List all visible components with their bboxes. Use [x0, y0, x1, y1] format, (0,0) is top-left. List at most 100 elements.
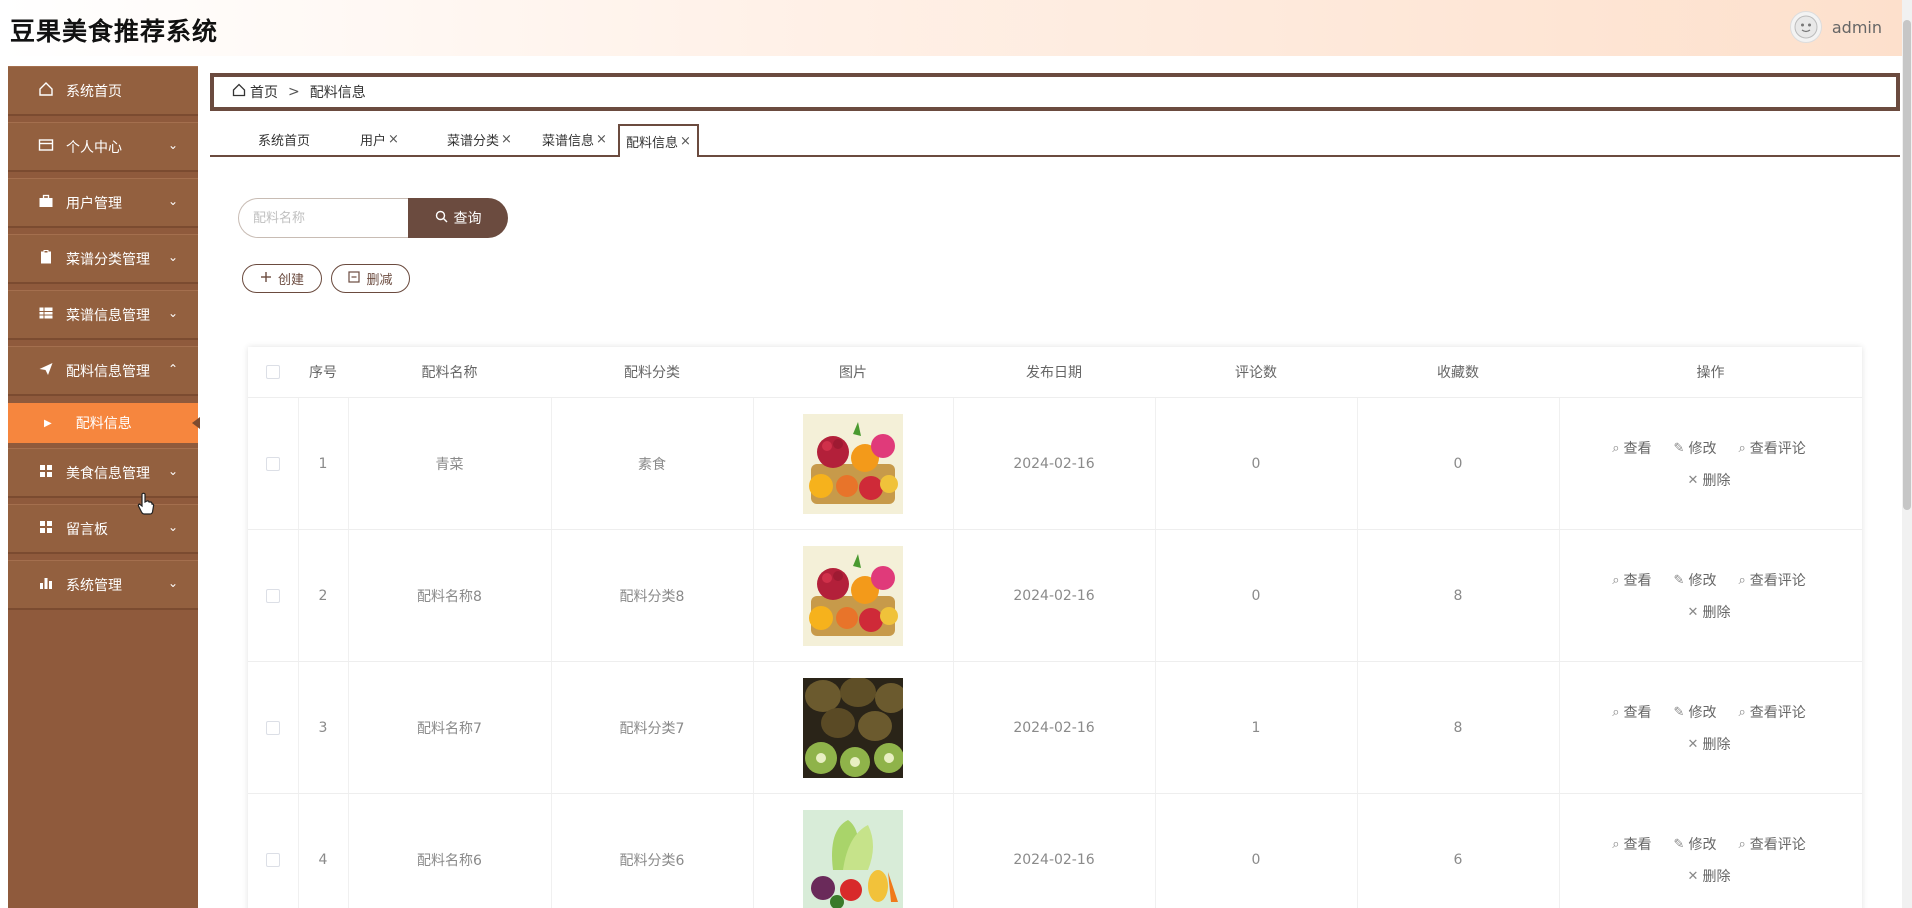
sidebar-item-label: 菜谱信息管理 [66, 307, 150, 324]
breadcrumb-home[interactable]: 首页 [250, 82, 278, 102]
search-input[interactable] [238, 198, 410, 238]
sidebar-subitem-ingredient-info[interactable]: ▶ 配料信息 [8, 403, 200, 443]
edit-button[interactable]: ✎ 修改 [1674, 438, 1717, 458]
view-button[interactable]: ⌕ 查看 [1612, 570, 1651, 590]
table-header: 序号 配料名称 配料分类 图片 发布日期 评论数 收藏数 操作 [248, 347, 1862, 397]
tab-ingredient-info[interactable]: 配料信息 × [618, 124, 699, 157]
cell-name: 青菜 [435, 457, 464, 473]
delete-row-button[interactable]: ✕ 删除 [1688, 470, 1731, 490]
view-button[interactable]: ⌕ 查看 [1612, 702, 1651, 722]
row-select-cell [248, 794, 298, 908]
cell-favorites: 8 [1453, 588, 1463, 604]
create-button-label: 创建 [277, 273, 304, 288]
sidebar-item-recipe-category[interactable]: 菜谱分类管理 ⌄ [8, 234, 198, 284]
user-menu[interactable]: admin [1789, 11, 1882, 43]
delete-row-button[interactable]: ✕ 删除 [1688, 602, 1731, 622]
close-icon[interactable]: × [596, 132, 607, 147]
caret-right-icon: ▶ [44, 417, 52, 429]
row-checkbox[interactable] [266, 457, 280, 471]
breadcrumb-current: 配料信息 [309, 85, 366, 101]
chevron-down-icon: ⌄ [167, 250, 178, 264]
cell-comments: 0 [1251, 852, 1261, 868]
sidebar-item-food-management[interactable]: 美食信息管理 ⌄ [8, 448, 198, 498]
sidebar-item-system-management[interactable]: 系统管理 ⌄ [8, 560, 198, 610]
tab-user[interactable]: 用户 × [360, 124, 399, 155]
fruit-basket-image [803, 414, 903, 514]
sidebar-item-recipe-info[interactable]: 菜谱信息管理 ⌄ [8, 290, 198, 340]
row-checkbox[interactable] [266, 721, 280, 735]
cell-date: 2024-02-16 [1013, 456, 1095, 472]
sidebar-item-message-board[interactable]: 留言板 ⌄ [8, 504, 198, 554]
row-select-cell [248, 398, 298, 530]
delete-label: 删除 [1702, 737, 1731, 753]
sidebar-item-home[interactable]: 系统首页 [8, 66, 198, 116]
tab-label: 配料信息 [626, 136, 679, 151]
sidebar-item-personal-center[interactable]: 个人中心 ⌄ [8, 122, 198, 172]
delete-row-button[interactable]: ✕ 删除 [1688, 734, 1731, 754]
breadcrumb: 首页 > 配料信息 [210, 73, 1900, 111]
edit-button[interactable]: ✎ 修改 [1674, 570, 1717, 590]
cell-name: 配料名称6 [417, 853, 482, 869]
edit-label: 修改 [1688, 837, 1717, 853]
sidebar-item-label: 用户管理 [66, 195, 122, 212]
row-actions: ⌕ 查看 ✎ 修改 ⌕ 查看评论 ✕ 删除 [1559, 398, 1859, 530]
cell-date: 2024-02-16 [1013, 852, 1095, 868]
close-icon[interactable]: × [388, 132, 399, 147]
tab-bar: 系统首页 用户 × 菜谱分类 × 菜谱信息 × 配料信息 × [210, 124, 1900, 157]
create-button[interactable]: 创建 [242, 264, 322, 293]
view-comments-button[interactable]: ⌕ 查看评论 [1738, 834, 1805, 854]
search-button[interactable]: 查询 [408, 198, 508, 238]
view-button[interactable]: ⌕ 查看 [1612, 438, 1651, 458]
cell-image [753, 530, 953, 662]
page-scrollbar-thumb[interactable] [1903, 20, 1911, 510]
avatar[interactable] [1789, 11, 1822, 43]
chevron-down-icon: ⌄ [167, 576, 178, 590]
col-header-no: 序号 [309, 365, 337, 381]
cell-favorites: 8 [1453, 720, 1463, 736]
tab-recipe-info[interactable]: 菜谱信息 × [542, 124, 607, 155]
chart-icon [38, 575, 54, 595]
avatar-face-icon [1794, 15, 1818, 39]
close-icon[interactable]: × [501, 132, 512, 147]
chevron-down-icon: ⌄ [167, 306, 178, 320]
row-actions: ⌕ 查看 ✎ 修改 ⌕ 查看评论 ✕ 删除 [1559, 662, 1859, 794]
view-comments-button[interactable]: ⌕ 查看评论 [1738, 438, 1805, 458]
home-icon [38, 81, 54, 101]
close-icon: ✕ [1687, 604, 1699, 620]
row-select-cell [248, 530, 298, 662]
tab-label: 系统首页 [258, 134, 311, 149]
delete-button[interactable]: 删减 [331, 264, 410, 293]
search-icon: ⌕ [1612, 440, 1620, 456]
view-button[interactable]: ⌕ 查看 [1612, 834, 1651, 854]
cell-name: 配料名称8 [417, 589, 482, 605]
row-actions: ⌕ 查看 ✎ 修改 ⌕ 查看评论 ✕ 删除 [1559, 530, 1859, 662]
view-comments-button[interactable]: ⌕ 查看评论 [1738, 570, 1805, 590]
home-icon[interactable] [232, 83, 246, 101]
cell-date: 2024-02-16 [1013, 720, 1095, 736]
search-icon: ⌕ [1612, 572, 1620, 588]
edit-button[interactable]: ✎ 修改 [1674, 702, 1717, 722]
pencil-icon: ✎ [1673, 440, 1685, 456]
page-scrollbar[interactable] [1902, 0, 1912, 908]
cell-image [753, 662, 953, 794]
row-checkbox[interactable] [266, 853, 280, 867]
sidebar-item-ingredient-management[interactable]: 配料信息管理 ⌃ [8, 346, 198, 396]
select-all-cell [248, 347, 298, 397]
select-all-checkbox[interactable] [266, 365, 280, 379]
tab-recipe-category[interactable]: 菜谱分类 × [447, 124, 512, 155]
close-icon[interactable]: × [680, 134, 691, 149]
cell-image [753, 794, 953, 908]
view-comments-label: 查看评论 [1749, 837, 1806, 853]
sidebar-item-user-management[interactable]: 用户管理 ⌄ [8, 178, 198, 228]
view-comments-label: 查看评论 [1749, 705, 1806, 721]
user-name[interactable]: admin [1832, 18, 1882, 37]
tab-home[interactable]: 系统首页 [258, 124, 310, 155]
view-comments-button[interactable]: ⌕ 查看评论 [1738, 702, 1805, 722]
delete-row-button[interactable]: ✕ 删除 [1688, 866, 1731, 886]
cell-date: 2024-02-16 [1013, 588, 1095, 604]
table-row: 2 配料名称8 配料分类8 2024-02-16 0 8 ⌕ 查看 ✎ 修改 ⌕… [248, 529, 1862, 661]
header: 豆果美食推荐系统 admin [0, 0, 1912, 56]
edit-button[interactable]: ✎ 修改 [1674, 834, 1717, 854]
clipboard-icon [38, 249, 54, 269]
row-checkbox[interactable] [266, 589, 280, 603]
